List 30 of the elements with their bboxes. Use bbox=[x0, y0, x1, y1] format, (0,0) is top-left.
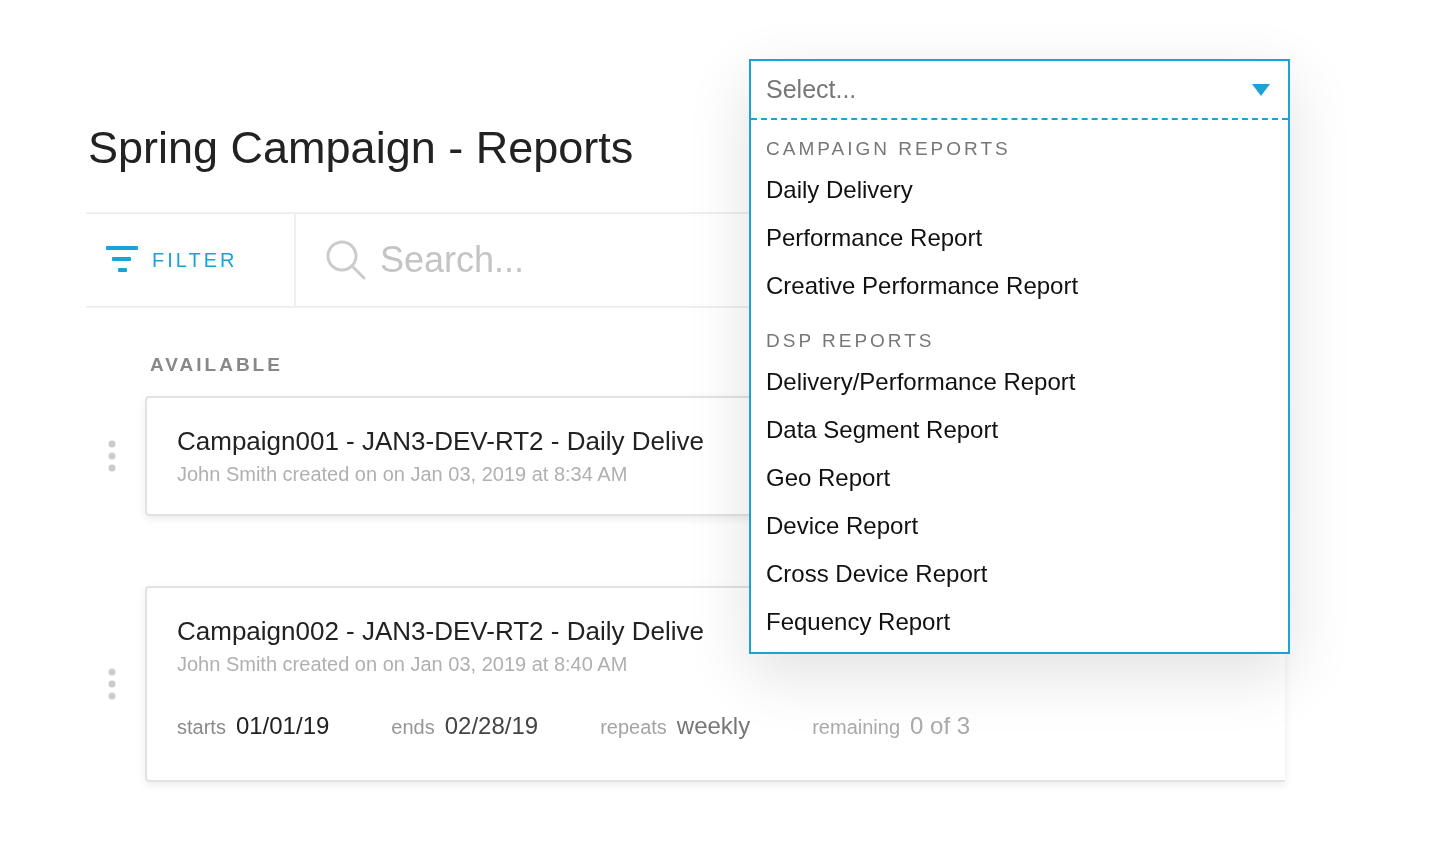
schedule-label: ends bbox=[391, 716, 435, 739]
search-icon bbox=[326, 240, 366, 280]
search-field[interactable]: Search... bbox=[378, 238, 682, 282]
more-options-icon[interactable] bbox=[108, 668, 116, 700]
report-meta: John Smith created on on Jan 03, 2019 at 8:34 AM bbox=[177, 463, 628, 486]
schedule-value: 02/28/19 bbox=[444, 712, 539, 740]
schedule-label: remaining bbox=[812, 716, 901, 739]
more-options-icon[interactable] bbox=[108, 440, 116, 472]
dropdown-option[interactable]: Fequency Report bbox=[766, 598, 1288, 646]
report-title: Campaign002 - JAN3-DEV-RT2 - Daily Delive bbox=[177, 616, 704, 647]
schedule-value: weekly bbox=[676, 712, 751, 740]
report-title: Campaign001 - JAN3-DEV-RT2 - Daily Delive bbox=[177, 426, 704, 457]
schedule-value: 01/01/19 bbox=[235, 712, 330, 740]
dropdown-option[interactable]: Daily Delivery bbox=[766, 166, 1288, 214]
report-dropdown[interactable] bbox=[749, 59, 1290, 654]
dropdown-placeholder: Select... bbox=[766, 75, 857, 104]
schedule-label: starts bbox=[177, 716, 226, 739]
group-heading: DSP REPORTS bbox=[766, 329, 935, 353]
section-label: AVAILABLE bbox=[150, 354, 283, 377]
caret-icon bbox=[1252, 83, 1270, 96]
dropdown-option[interactable]: Creative Performance Report bbox=[766, 262, 1288, 310]
schedule-label: repeats bbox=[600, 716, 667, 739]
schedule-value: 0 of 3 bbox=[910, 712, 971, 740]
filter-icon bbox=[106, 246, 138, 274]
dropdown-option[interactable]: Geo Report bbox=[766, 454, 1288, 502]
report-meta: John Smith created on on Jan 03, 2019 at 8:40 AM bbox=[177, 653, 628, 676]
group-heading: CAMPAIGN REPORTS bbox=[766, 137, 1011, 161]
page-title: Spring Campaign - Reports bbox=[87, 121, 634, 175]
dropdown-option[interactable]: Performance Report bbox=[766, 214, 1288, 262]
dropdown-option[interactable]: Data Segment Report bbox=[766, 406, 1288, 454]
